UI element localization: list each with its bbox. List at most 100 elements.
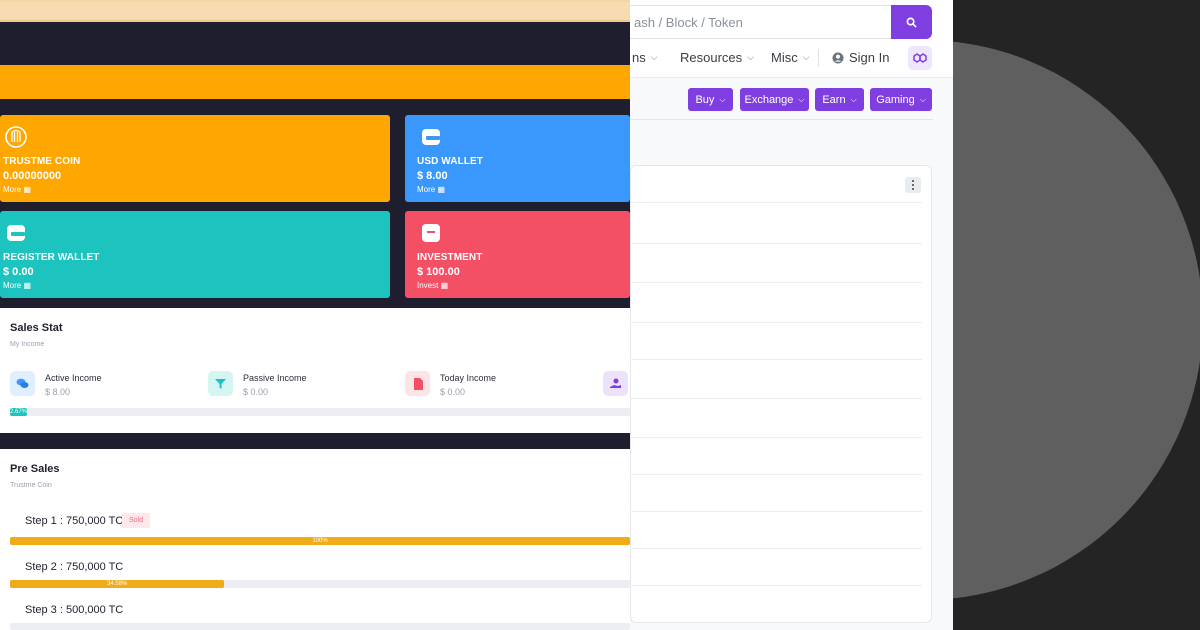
grid-icon: ▦ [23,281,32,290]
desktop-backdrop [953,0,1200,630]
wallet-icon [7,225,25,241]
chevron-down-icon: ⌵ [650,52,658,62]
pre-sales-panel: Pre Sales Trustme Coin Step 1 : 750,000 … [0,449,630,630]
list-row-divider [630,243,922,244]
chevron-down-icon: ⌵ [798,94,805,104]
tile-value: $ 100.00 [417,266,460,278]
income-name: Passive Income [243,373,307,383]
tile-value: $ 8.00 [417,170,448,182]
list-row-divider [630,202,922,203]
link-label: More [3,281,22,290]
button-label: Exchange [744,93,794,106]
coin-icon [5,126,27,148]
polygon-logo-icon [913,53,927,63]
income-progress-fill: 2.67% [10,408,28,416]
dashboard-top-strip [0,0,630,22]
income-value: $ 0.00 [243,387,269,397]
tile-invest-link[interactable]: Invest ▦ [417,281,448,290]
funnel-icon [208,371,233,396]
section-divider [630,119,933,120]
chevron-down-icon: ⌵ [919,94,926,104]
panel-title: Pre Sales [10,463,60,475]
tile-value: 0.00000000 [3,170,62,182]
dashboard-window: TRUSTME COIN 0.00000000 More ▦ USD WALLE… [0,0,630,630]
income-name: Today Income [440,373,497,383]
income-name: Active Income [45,373,102,383]
list-row-divider [630,585,922,586]
chevron-down-icon: ⌵ [802,52,810,62]
tile-value: $ 0.00 [3,266,34,278]
tile-more-link[interactable]: More ▦ [3,185,31,194]
sign-in-label: Sign In [849,50,890,65]
sold-badge: Sold [122,513,151,528]
button-label: Gaming [876,93,915,106]
panel-title: Sales Stat [10,322,63,334]
link-label: More [3,185,22,194]
panel-subtitle: My Income [10,341,45,348]
nav-label: Misc [771,50,798,65]
sign-in-link[interactable]: Sign In [832,50,889,65]
user-circle-icon [832,52,844,63]
list-row-divider [630,548,922,549]
dashboard-banner [0,65,630,99]
nav-item-resources[interactable]: Resources ⌵ [680,50,754,65]
step-label: Step 1 : 750,000 TC [25,515,124,527]
step-label: Step 2 : 750,000 TC [25,561,124,573]
chevron-down-icon: ⌵ [747,52,754,62]
tile-trustme-coin: TRUSTME COIN 0.00000000 More ▦ [0,115,390,202]
nav-divider [818,49,819,67]
list-row-divider [630,511,922,512]
tile-investment: INVESTMENT $ 100.00 Invest ▦ [405,211,630,298]
income-value: $ 0.00 [440,387,466,397]
tile-more-link[interactable]: More ▦ [3,281,31,290]
step-progress-fill: 100% [10,537,630,545]
step-label: Step 3 : 500,000 TC [25,604,124,616]
chevron-down-icon: ⌵ [850,94,857,104]
tile-register-wallet: REGISTER WALLET $ 0.00 More ▦ [0,211,390,298]
search-placeholder: ash / Block / Token [634,15,743,30]
briefcase-icon [422,224,440,242]
sales-stat-panel: Sales Stat My Income Active Income $ 8.0… [0,308,630,433]
step-progress-track: 100% [10,537,630,545]
tile-label: INVESTMENT [417,252,483,263]
wallet-icon [422,129,440,145]
income-progress-track: 2.67% [10,408,630,416]
list-row-divider [630,282,922,283]
step-progress-track: 34.58% [10,580,630,588]
explorer-card [630,165,932,623]
document-icon [405,371,430,396]
tile-label: TRUSTME COIN [3,156,81,167]
grid-icon: ▦ [23,185,32,194]
grid-icon: ▦ [440,281,449,290]
chevron-down-icon: ⌵ [719,94,726,104]
search-icon [906,17,917,28]
list-row-divider [630,322,922,323]
tile-label: USD WALLET [417,156,483,167]
nav-item-misc[interactable]: Misc ⌵ [771,50,810,65]
backdrop-circle [953,40,1200,600]
grid-icon: ▦ [437,185,446,194]
hand-coin-icon [603,371,628,396]
exchange-button[interactable]: Exchange ⌵ [740,88,809,111]
link-label: Invest [417,281,439,290]
network-switch-button[interactable] [908,46,932,70]
step-progress-track [10,623,630,630]
search-button[interactable] [891,5,932,39]
tile-label: REGISTER WALLET [3,252,100,263]
list-row-divider [630,474,922,475]
list-row-divider [630,437,922,438]
earn-button[interactable]: Earn ⌵ [815,88,864,111]
chat-icon [10,371,35,396]
buy-button[interactable]: Buy ⌵ [688,88,733,111]
panel-subtitle: Trustme Coin [10,482,52,489]
income-value: $ 8.00 [45,387,71,397]
tile-more-link[interactable]: More ▦ [417,185,445,194]
nav-item-tokens[interactable]: ns ⌵ [632,50,658,65]
gaming-button[interactable]: Gaming ⌵ [870,88,932,111]
list-row-divider [630,398,922,399]
tile-usd-wallet: USD WALLET $ 8.00 More ▦ [405,115,630,202]
button-label: Buy [695,93,715,106]
button-label: Earn [822,93,846,106]
more-options-icon[interactable] [905,177,921,193]
link-label: More [417,185,436,194]
